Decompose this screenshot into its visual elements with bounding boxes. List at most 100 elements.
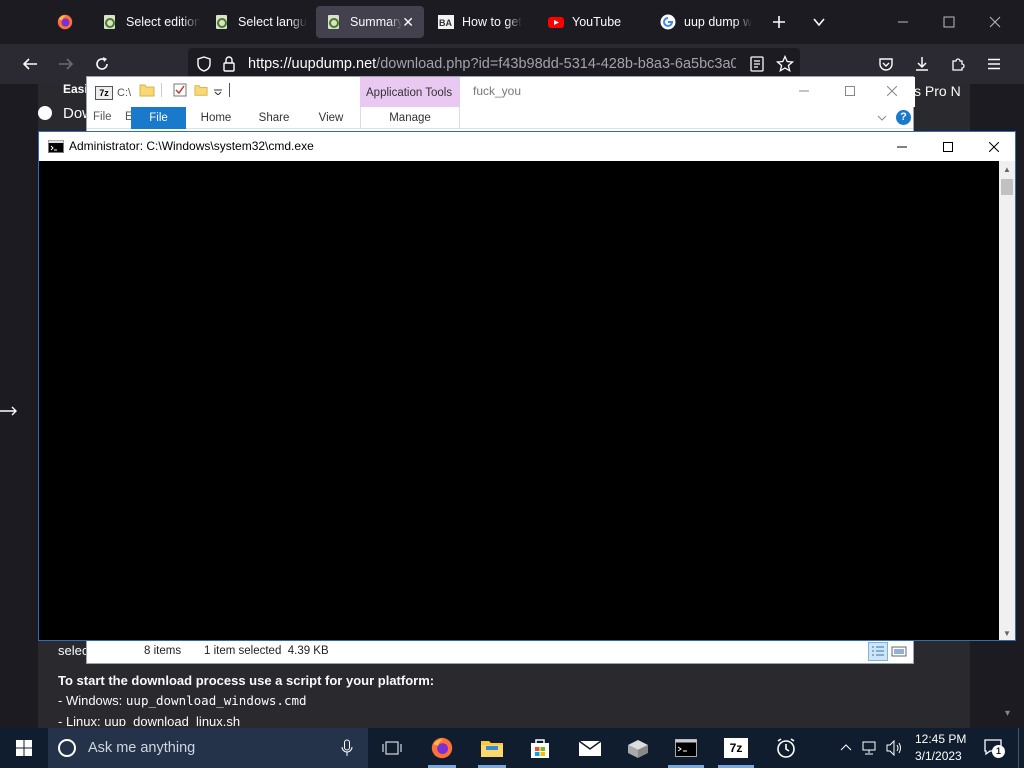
clock-time[interactable]: 12:45 PM — [915, 732, 966, 746]
explorer-maximize-button[interactable] — [827, 77, 873, 105]
maximize-icon — [845, 86, 855, 96]
minimize-button[interactable] — [880, 0, 926, 44]
volume-icon[interactable] — [886, 740, 904, 756]
taskbar-mail[interactable] — [574, 732, 606, 764]
explorer-window-title: fuck_you — [473, 84, 522, 98]
list-all-tabs-button[interactable] — [798, 0, 840, 44]
taskbar-firefox[interactable] — [426, 732, 458, 764]
windows-logo-icon — [16, 740, 32, 756]
scroll-down-arrow-icon[interactable]: ▼ — [1003, 629, 1011, 638]
tab-summary[interactable]: Summary ✕ — [316, 6, 424, 38]
cmd-title-bar: Administrator: C:\Windows\system32\cmd.e… — [39, 132, 1015, 161]
taskbar-file-explorer[interactable] — [476, 732, 508, 764]
resize-cursor-icon — [0, 406, 17, 416]
tab-label: YouTube — [572, 15, 622, 29]
pocket-icon — [879, 58, 893, 71]
new-tab-button[interactable] — [758, 0, 800, 44]
url-text: https://uupdump.net/download.php?id=f43b… — [248, 56, 736, 72]
app-menu-button[interactable] — [978, 48, 1010, 80]
scroll-up-arrow-icon[interactable]: ▲ — [1003, 165, 1011, 174]
task-view-button[interactable] — [376, 732, 408, 764]
minimize-icon — [897, 146, 907, 147]
tab-label: uup dump w — [684, 15, 753, 29]
taskbar-cmd[interactable] — [670, 732, 702, 764]
firefox-icon — [431, 737, 453, 759]
customize-qat-chevron-icon[interactable] — [214, 87, 222, 95]
tracking-protection-shield-icon[interactable] — [196, 56, 212, 72]
task-view-icon — [382, 741, 402, 755]
tab-file-label: File — [149, 112, 168, 124]
details-view-button[interactable] — [868, 642, 888, 661]
tab-manage[interactable]: Manage — [360, 107, 460, 129]
new-folder-icon[interactable] — [194, 83, 208, 97]
forward-arrow-icon — [59, 58, 74, 70]
tab-select-edition[interactable]: Select edition — [92, 6, 200, 38]
taskbar-alarms[interactable] — [770, 732, 802, 764]
reload-icon — [96, 57, 108, 70]
explorer-ribbon-tabs: File E File Home Share View Manage ? — [87, 107, 913, 129]
maximize-icon — [943, 141, 953, 152]
page-scroll-down-icon[interactable]: ▾ — [1005, 708, 1010, 719]
expand-ribbon-chevron-icon[interactable] — [877, 114, 887, 122]
tab-select-language[interactable]: Select langu — [204, 6, 312, 38]
show-desktop-button[interactable] — [1018, 728, 1024, 768]
properties-check-icon[interactable] — [173, 83, 187, 97]
network-icon[interactable] — [862, 740, 880, 756]
back-button[interactable] — [14, 48, 46, 80]
extensions-button[interactable] — [942, 48, 974, 80]
large-icons-view-button[interactable] — [890, 643, 908, 660]
explorer-minimize-button[interactable] — [781, 77, 827, 105]
youtube-icon — [548, 17, 564, 28]
cmd-close-button[interactable] — [971, 132, 1017, 161]
edition-option-partial: Easi — [63, 82, 88, 96]
linux-script-line: - Linux: uup_download_linux.sh — [58, 714, 241, 726]
microphone-icon[interactable] — [341, 739, 353, 757]
taskbar-7zip[interactable]: 7z — [720, 732, 752, 764]
cmd-scrollbar[interactable]: ▲ ▼ — [999, 161, 1015, 640]
close-button[interactable] — [972, 0, 1018, 44]
lock-icon[interactable] — [222, 56, 236, 72]
tab-file[interactable]: File — [131, 107, 186, 129]
puzzle-icon — [952, 58, 965, 71]
windows-prefix: - Windows: — [58, 693, 126, 708]
7zip-menu-file[interactable]: File — [93, 111, 112, 123]
explorer-close-button[interactable] — [869, 77, 915, 105]
close-icon — [989, 16, 1001, 28]
mail-icon — [578, 740, 602, 756]
cmd-console-output[interactable] — [39, 161, 1000, 640]
explorer-status-bar: 8 items 1 item selected 4.39 KB — [131, 641, 913, 663]
windows-script-name: uup_download_windows.cmd — [125, 693, 307, 708]
forward-button[interactable] — [50, 48, 82, 80]
reader-view-icon[interactable] — [750, 56, 764, 72]
cmd-app-icon — [48, 140, 64, 153]
start-button[interactable] — [8, 732, 40, 764]
hamburger-menu-icon — [988, 58, 1000, 70]
firefox-view-button[interactable] — [42, 0, 88, 44]
cortana-search-box[interactable]: Ask me anything — [48, 728, 368, 768]
tab-label: Summary — [350, 15, 402, 29]
bookmark-star-icon[interactable] — [776, 55, 794, 73]
maximize-button[interactable] — [926, 0, 972, 44]
radio-button[interactable] — [38, 106, 52, 120]
close-icon — [887, 86, 897, 96]
tab-share[interactable]: Share — [249, 107, 299, 129]
tab-how-to-get[interactable]: BA How to get — [428, 6, 536, 38]
clock-date[interactable]: 3/1/2023 — [915, 749, 962, 763]
cmd-minimize-button[interactable] — [879, 132, 925, 161]
close-tab-icon[interactable]: ✕ — [402, 14, 414, 31]
tab-youtube[interactable]: YouTube — [538, 6, 646, 38]
taskbar-package-app[interactable] — [622, 732, 654, 764]
help-icon[interactable]: ? — [896, 110, 911, 125]
cmd-maximize-button[interactable] — [925, 132, 971, 161]
action-center-button[interactable]: 1 — [984, 738, 1006, 760]
tab-view[interactable]: View — [307, 107, 355, 129]
large-icons-view-icon — [891, 646, 907, 657]
show-hidden-icons-chevron-icon[interactable] — [840, 743, 852, 751]
windows-script-line: - Windows: uup_download_windows.cmd — [58, 693, 307, 708]
taskbar-store[interactable] — [524, 732, 556, 764]
tab-home[interactable]: Home — [191, 107, 241, 129]
minimize-icon — [799, 90, 809, 92]
scrollbar-thumb[interactable] — [1001, 179, 1013, 195]
maximize-icon — [943, 16, 955, 28]
tab-uup-dump-search[interactable]: uup dump w — [650, 6, 758, 38]
